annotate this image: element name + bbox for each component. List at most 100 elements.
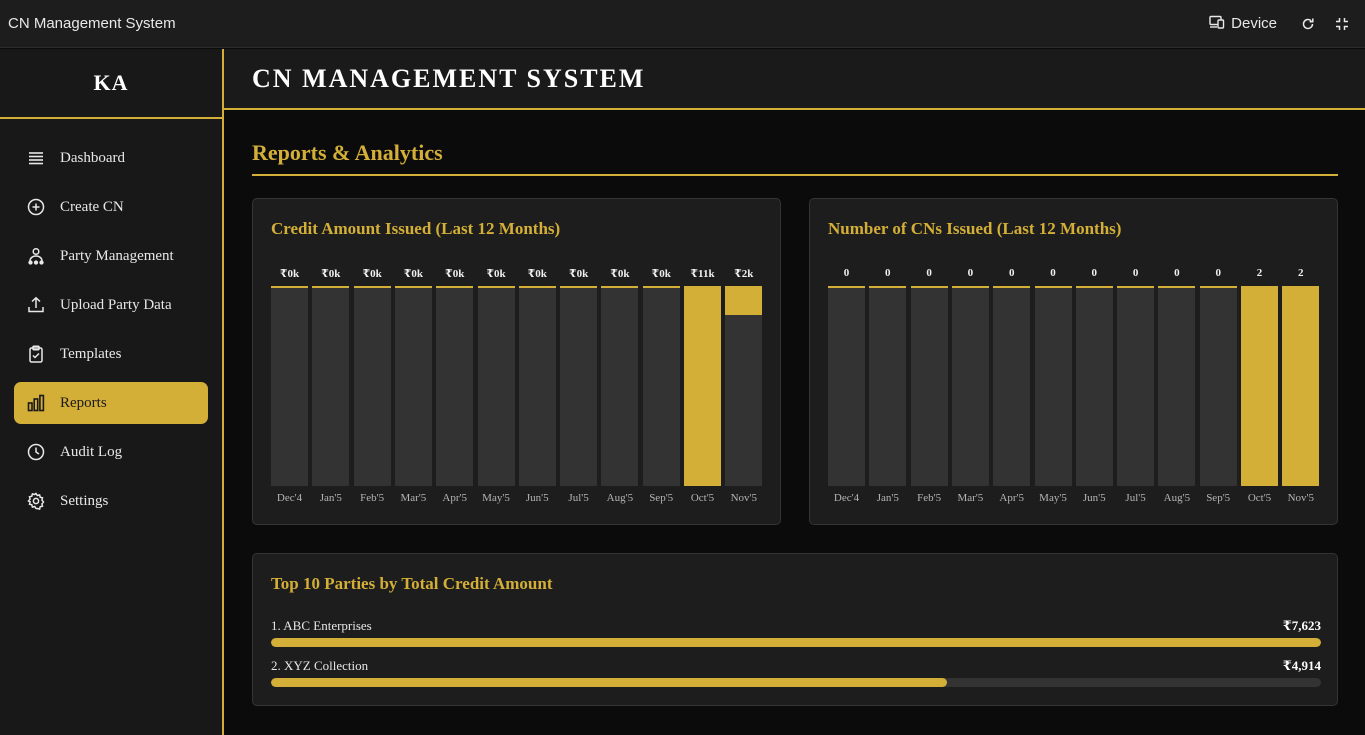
device-button[interactable]: Device: [1209, 15, 1277, 33]
charts-row: Credit Amount Issued (Last 12 Months) ₹0…: [252, 198, 1338, 525]
bar-value-label: 0: [885, 267, 891, 279]
bar-value-label: ₹0k: [362, 268, 382, 280]
bar-track: [1241, 286, 1278, 486]
sidebar-item-dashboard[interactable]: Dashboard: [14, 137, 208, 179]
sidebar-nav: Dashboard Create CN Party Management Upl…: [0, 119, 222, 522]
bar-track: [910, 286, 948, 486]
bar-track: [394, 286, 432, 486]
bar-track: [1117, 286, 1155, 486]
bar-value-label: ₹0k: [568, 268, 589, 280]
bar: [1241, 288, 1278, 486]
bar-track: [951, 286, 989, 486]
chart-title: Credit Amount Issued (Last 12 Months): [271, 219, 561, 238]
sidebar-item-party-management[interactable]: Party Management: [14, 235, 208, 277]
top-parties-card: Top 10 Parties by Total Credit Amount 1.…: [252, 553, 1338, 706]
bar-track: [1158, 286, 1196, 486]
bar: [725, 288, 763, 315]
reports-content: Reports & Analytics Credit Amount Issued…: [224, 140, 1365, 706]
party-name: 1. ABC Enterprises: [271, 618, 372, 633]
refresh-icon[interactable]: [1299, 15, 1317, 33]
sidebar-item-upload-party-data[interactable]: Upload Party Data: [14, 284, 208, 326]
bar-track: [642, 286, 680, 486]
cn-count-chart: 0 Dec'4 0 Jan'5 0 Feb'5 0 Mar'5 0 Apr'5 0 May'5 0 Jun…: [828, 267, 1321, 509]
bar-track: [1034, 286, 1072, 486]
bar-value-label: 0: [1091, 267, 1098, 279]
bar-value-label: ₹0k: [651, 268, 671, 280]
chart-title: Number of CNs Issued (Last 12 Months): [828, 219, 1122, 238]
sidebar-item-label: Upload Party Data: [60, 296, 172, 313]
plus-circle-icon: [26, 197, 46, 217]
sidebar-item-reports[interactable]: Reports: [14, 382, 208, 424]
bar-value-label: ₹2k: [734, 268, 754, 280]
bar-value-label: 0: [926, 267, 932, 279]
bar-value-label: 2: [1256, 267, 1263, 279]
sidebar-brand: KA: [0, 49, 222, 119]
clipboard-icon: [26, 344, 46, 364]
bar-value-label: 0: [843, 267, 850, 279]
bar-value-label: ₹0k: [486, 268, 506, 280]
bar-track: [1199, 286, 1237, 486]
bar-track: [684, 286, 721, 486]
x-tick-label: Nov'5: [1287, 492, 1315, 504]
party-progress-fill: [271, 678, 948, 687]
bar-value-label: ₹0k: [321, 268, 341, 280]
gear-icon: [26, 491, 46, 511]
bar-value-label: ₹0k: [527, 268, 547, 280]
bar-value-label: 0: [1174, 267, 1180, 279]
sidebar: KA Dashboard Create CN Party Management …: [0, 49, 224, 735]
users-icon: [26, 246, 46, 266]
bar-value-label: ₹11k: [690, 268, 715, 280]
page-header: CN MANAGEMENT SYSTEM: [224, 49, 1365, 110]
bar-value-label: ₹0k: [403, 268, 424, 280]
upload-icon: [26, 295, 46, 315]
section-title: Reports & Analytics: [252, 140, 1338, 176]
party-amount: ₹7,623: [1282, 618, 1321, 633]
sidebar-item-audit-log[interactable]: Audit Log: [14, 431, 208, 473]
bar-track: [1282, 286, 1320, 486]
main-content: CN MANAGEMENT SYSTEM Reports & Analytics…: [224, 49, 1365, 735]
sidebar-item-label: Audit Log: [60, 443, 123, 460]
sidebar-item-templates[interactable]: Templates: [14, 333, 208, 375]
sidebar-item-label: Reports: [60, 394, 107, 411]
bar-chart-icon: [26, 393, 46, 413]
bar-value-label: 0: [1215, 267, 1221, 279]
party-progress-fill: [271, 638, 1321, 647]
bar: [684, 288, 721, 486]
sidebar-item-label: Dashboard: [60, 149, 125, 166]
bar-value-label: ₹0k: [445, 268, 465, 280]
sidebar-item-label: Settings: [60, 492, 109, 509]
window-title: CN Management System: [8, 15, 176, 32]
bar-track: [436, 286, 474, 486]
clock-icon: [26, 442, 46, 462]
bar-track: [869, 286, 907, 486]
sidebar-item-settings[interactable]: Settings: [14, 480, 208, 522]
device-icon: [1209, 15, 1225, 33]
bar-track: [1075, 286, 1113, 486]
bar-value-label: ₹0k: [279, 268, 300, 280]
top-parties-title: Top 10 Parties by Total Credit Amount: [271, 574, 553, 593]
bar-track: [353, 286, 391, 486]
sidebar-item-create-cn[interactable]: Create CN: [14, 186, 208, 228]
x-tick-label: Nov'5: [730, 492, 758, 504]
title-bar: CN Management System Device: [0, 0, 1365, 48]
bar-track: [560, 286, 598, 486]
fullscreen-exit-icon[interactable]: [1333, 15, 1351, 33]
bar-track: [993, 286, 1031, 486]
credit-amount-chart: ₹0k Dec'4 ₹0k Jan'5 ₹0k Feb'5 ₹0k Mar'5 ₹0k Apr'5…: [271, 267, 764, 509]
bar-track: [477, 286, 515, 486]
bar-track: [601, 286, 639, 486]
bar-track: [518, 286, 556, 486]
credit-amount-chart-card: Credit Amount Issued (Last 12 Months) ₹0…: [252, 198, 781, 525]
bar-track: [271, 286, 308, 486]
bar-track: [312, 286, 350, 486]
bar-value-label: 0: [1132, 267, 1139, 279]
bar: [1282, 288, 1320, 486]
sidebar-item-label: Create CN: [60, 198, 124, 215]
bar-value-label: 2: [1298, 267, 1304, 279]
sidebar-item-label: Party Management: [60, 247, 174, 264]
bar-track: [828, 286, 865, 486]
title-bar-actions: Device: [1209, 15, 1351, 33]
bar-value-label: 0: [1050, 267, 1056, 279]
bar-value-label: 0: [1008, 267, 1015, 279]
bar-value-label: ₹0k: [610, 268, 630, 280]
